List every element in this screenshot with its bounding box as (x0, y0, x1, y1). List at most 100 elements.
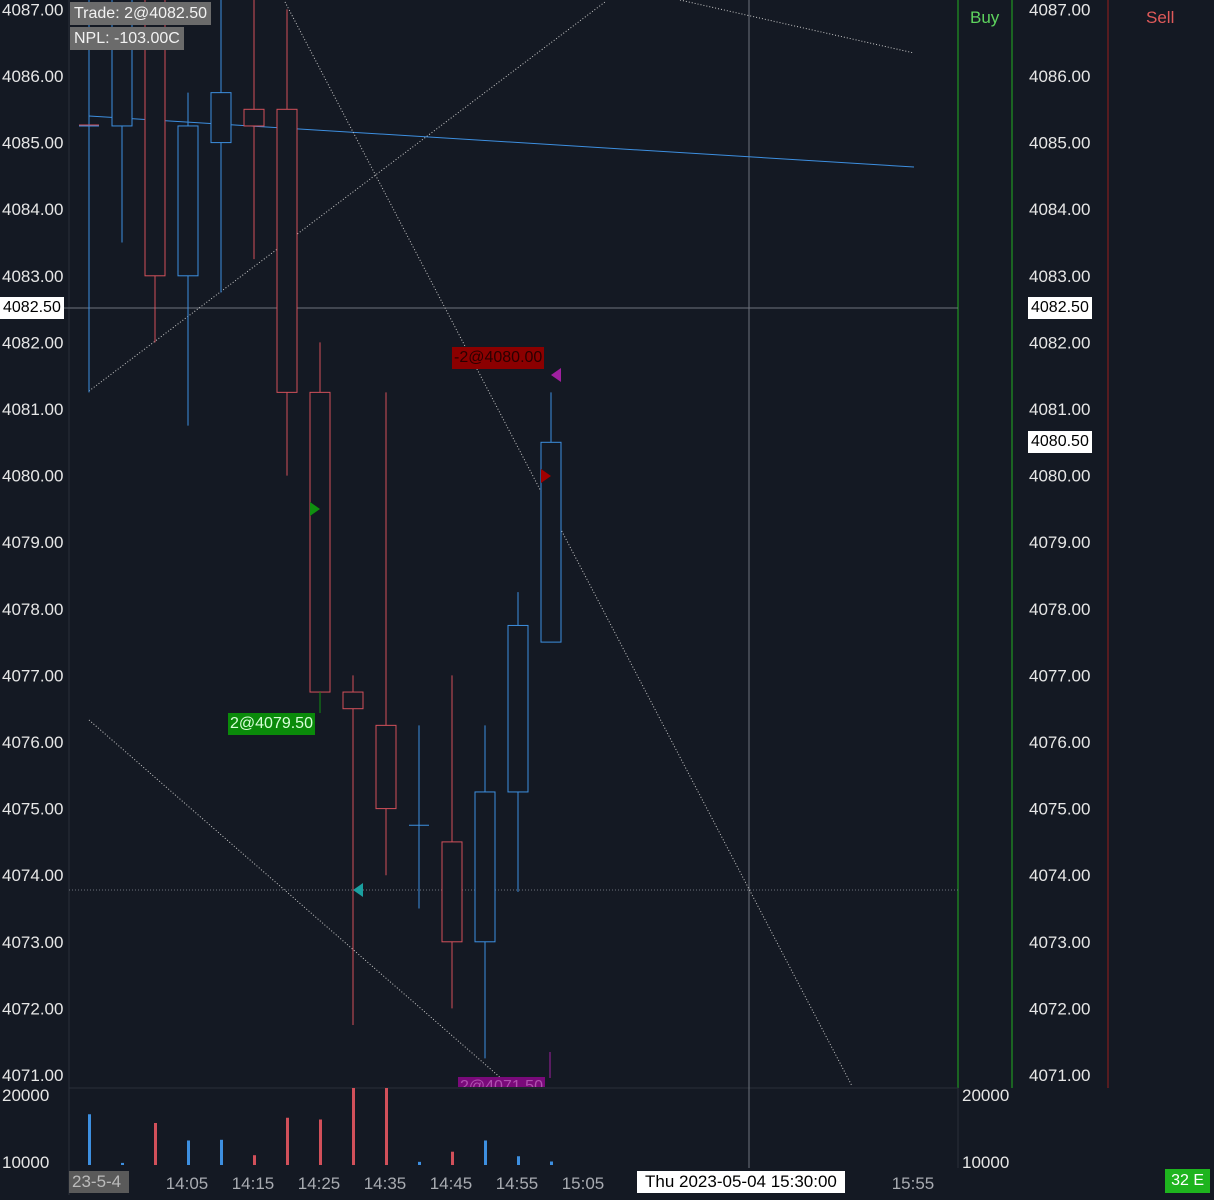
sell-order-label[interactable]: -2@4080.00 (452, 347, 545, 369)
price-tick-left-4071.00: 4071.00 (2, 1066, 63, 1085)
candle-14:45 (409, 725, 429, 909)
price-tick-left-4077.00: 4077.00 (2, 666, 63, 685)
candle-15:05 (540, 392, 562, 643)
buy-column-header[interactable]: Buy (970, 8, 999, 28)
price-tick-right-4080.00: 4080.00 (1029, 467, 1090, 486)
chart-stage: 4087.00 4087.00 4086.00 4086.00 4085.00 4085.… (0, 0, 1214, 1195)
candle-body (342, 691, 364, 710)
time-tick-14:25: 14:25 (298, 1174, 341, 1193)
volume-tick-left-0: 20000 (2, 1086, 49, 1105)
trade-summary: Trade: 2@4082.50 (70, 2, 212, 25)
candle-14:20 (243, 0, 265, 260)
candle-15:00 (507, 592, 529, 892)
trendline-upper-right (679, 0, 915, 54)
volume-bar-15:05 (550, 1161, 553, 1165)
price-tick-left-4084.00: 4084.00 (2, 200, 63, 219)
price-tick-left-4072.00: 4072.00 (2, 999, 63, 1018)
price-tick-right-4071.00: 4071.00 (1029, 1066, 1090, 1085)
drawing-layer[interactable] (88, 0, 915, 1087)
cursor-time-label: Thu 2023-05-04 15:30:00 (637, 1171, 845, 1193)
price-tick-right-4078.00: 4078.00 (1029, 600, 1090, 619)
price-tick-right-4077.00: 4077.00 (1029, 666, 1090, 685)
status-badge: 32 E (1165, 1169, 1210, 1193)
price-tick-right-4081.00: 4081.00 (1029, 400, 1090, 419)
price-tick-right-4072.00: 4072.00 (1029, 999, 1090, 1018)
price-tick-left-4086.00: 4086.00 (2, 67, 63, 86)
candle-body (441, 841, 463, 943)
volume-tick-right-1: 10000 (962, 1153, 1009, 1172)
time-tick-14:55: 14:55 (496, 1174, 539, 1193)
candle-14:10 (177, 92, 199, 426)
price-tick-right-4073.00: 4073.00 (1029, 933, 1090, 952)
time-tick-15:55: 15:55 (892, 1174, 935, 1193)
sell-column-header[interactable]: Sell (1146, 8, 1174, 28)
alert-marker (353, 883, 363, 897)
price-tick-right-4076.00: 4076.00 (1029, 733, 1090, 752)
volume-bar-14:55 (484, 1140, 487, 1165)
candle-body (177, 125, 199, 277)
volume-bar-14:20 (253, 1155, 256, 1165)
price-tick-right-4074.00: 4074.00 (1029, 866, 1090, 885)
price-tick-right-4079.00: 4079.00 (1029, 533, 1090, 552)
time-tick-15:05: 15:05 (562, 1174, 605, 1193)
volume-layer (88, 1088, 553, 1165)
last-price-label: 4080.50 (1028, 431, 1092, 453)
price-tick-left-4075.00: 4075.00 (2, 800, 63, 819)
price-tick-right-4083.00: 4083.00 (1029, 267, 1090, 286)
trendline-falling (284, 1, 853, 1087)
candle-body (507, 624, 529, 793)
volume-tick-right-0: 20000 (962, 1086, 1009, 1105)
buy-fill-label[interactable]: 2@4079.50 (228, 713, 315, 735)
candle-body (309, 391, 331, 693)
cursor-price-right: 4082.50 (1028, 297, 1092, 319)
candle-14:55 (474, 725, 496, 1059)
candle-14:25 (276, 9, 298, 476)
candle-14:15 (210, 0, 232, 293)
candle-body (210, 92, 232, 144)
price-tick-right-4086.00: 4086.00 (1029, 67, 1090, 86)
candle-body (243, 108, 265, 127)
candle-body (375, 724, 397, 810)
candle-13:55 (79, 0, 99, 393)
price-tick-right-4075.00: 4075.00 (1029, 800, 1090, 819)
cursor-price-left: 4082.50 (0, 297, 64, 319)
volume-bar-15:00 (517, 1156, 520, 1165)
volume-bar-14:50 (451, 1151, 454, 1165)
volume-tick-left-1: 10000 (2, 1153, 49, 1172)
price-tick-left-4078.00: 4078.00 (2, 600, 63, 619)
price-tick-right-4087.00: 4087.00 (1029, 0, 1090, 19)
price-tick-right-4082.00: 4082.00 (1029, 333, 1090, 352)
candle-14:30 (309, 342, 331, 709)
price-tick-left-4083.00: 4083.00 (2, 267, 63, 286)
price-tick-left-4081.00: 4081.00 (2, 400, 63, 419)
price-tick-left-4079.00: 4079.00 (2, 533, 63, 552)
pending-order-label[interactable]: 2@4071.50 (458, 1077, 545, 1087)
price-tick-left-4076.00: 4076.00 (2, 733, 63, 752)
candle-14:50 (441, 675, 463, 1009)
volume-bar-14:25 (286, 1117, 289, 1165)
volume-bar-14:05 (154, 1123, 157, 1165)
candle-body (276, 108, 298, 393)
candlestick-chart[interactable]: 4087.00 4087.00 4086.00 4086.00 4085.00 4085.… (0, 0, 1214, 1195)
volume-bar-14:30 (319, 1119, 322, 1165)
volume-bar-14:10 (187, 1140, 190, 1165)
time-tick-14:45: 14:45 (430, 1174, 473, 1193)
price-tick-left-4082.00: 4082.00 (2, 333, 63, 352)
time-tick-14:15: 14:15 (232, 1174, 275, 1193)
price-tick-left-4087.00: 4087.00 (2, 0, 63, 19)
candle-layer (79, 0, 562, 1059)
volume-bar-14:35 (352, 1088, 355, 1165)
candle-14:05 (144, 0, 166, 343)
volume-bar-14:15 (220, 1139, 223, 1165)
candle-14:35 (342, 675, 364, 1026)
price-tick-right-4085.00: 4085.00 (1029, 134, 1090, 153)
candle-body (474, 791, 496, 943)
npl-summary: NPL: -103.00C (70, 27, 184, 50)
price-tick-left-4073.00: 4073.00 (2, 933, 63, 952)
time-tick-14:05: 14:05 (166, 1174, 209, 1193)
price-tick-left-4074.00: 4074.00 (2, 866, 63, 885)
price-tick-right-4084.00: 4084.00 (1029, 200, 1090, 219)
volume-bar-14:40 (385, 1088, 388, 1165)
price-tick-left-4080.00: 4080.00 (2, 467, 63, 486)
price-tick-left-4085.00: 4085.00 (2, 134, 63, 153)
